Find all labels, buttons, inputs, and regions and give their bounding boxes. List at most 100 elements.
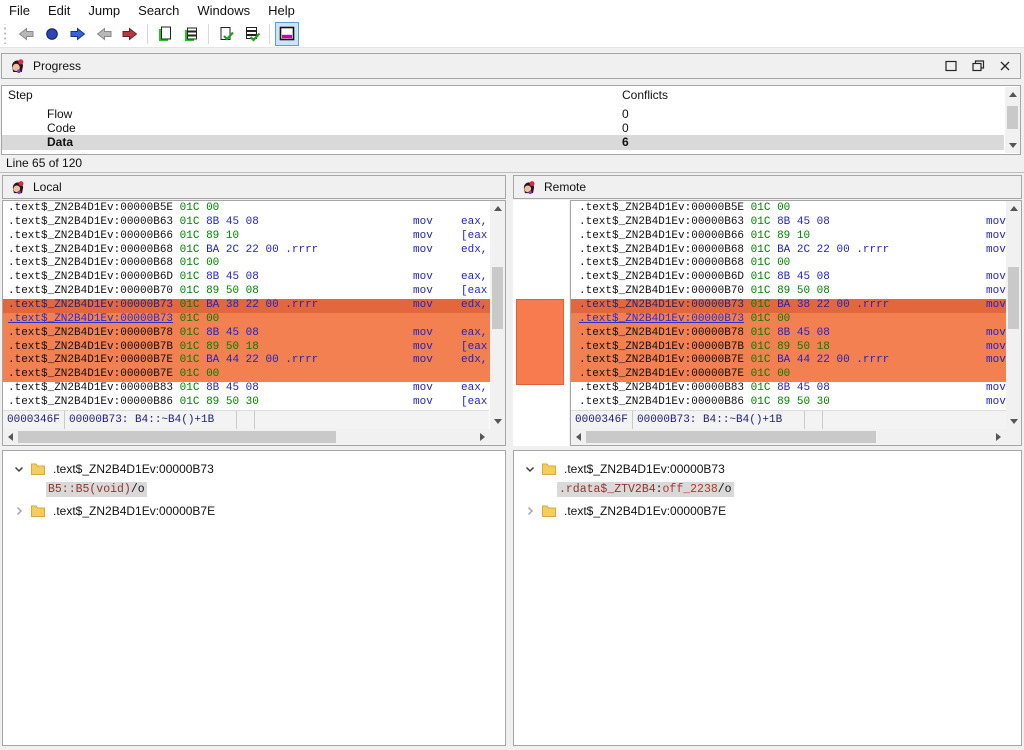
asm-line[interactable]: .text$_ZN2B4D1Ev:00000B7E 01C 00 [571, 368, 1006, 382]
status-address-cell: 0000346F [571, 411, 633, 429]
asm-line[interactable]: .text$_ZN2B4D1Ev:00000B63 01C 8B 45 08mo… [571, 216, 1006, 230]
asm-line[interactable]: .text$_ZN2B4D1Ev:00000B78 01C 8B 45 08mo… [3, 327, 490, 341]
local-horizontal-scrollbar[interactable] [3, 429, 490, 445]
scroll-left-icon[interactable] [3, 429, 18, 445]
asm-mnemonic: mov [986, 327, 1006, 341]
scroll-right-icon[interactable] [991, 429, 1006, 445]
chevron-right-icon[interactable] [11, 503, 27, 519]
asm-line[interactable]: .text$_ZN2B4D1Ev:00000B5E 01C 00 [3, 202, 490, 216]
progress-row-flow[interactable]: Flow0 [2, 107, 1004, 121]
menu-edit[interactable]: Edit [39, 1, 79, 20]
menu-file[interactable]: File [0, 1, 39, 20]
next-diff-arrow-button[interactable] [118, 22, 142, 46]
scrollbar-thumb[interactable] [586, 431, 876, 443]
asm-line[interactable]: .text$_ZN2B4D1Ev:00000B83 01C 8B 45 08mo… [3, 382, 490, 396]
scroll-right-icon[interactable] [475, 429, 490, 445]
asm-bytes: 00 [777, 368, 790, 380]
asm-line[interactable]: .text$_ZN2B4D1Ev:00000B7E 01C 00 [3, 368, 490, 382]
scrollbar-thumb[interactable] [1008, 267, 1019, 329]
asm-line[interactable]: .text$_ZN2B4D1Ev:00000B73 01C BA 38 22 0… [571, 299, 1006, 313]
asm-line[interactable]: .text$_ZN2B4D1Ev:00000B86 01C 89 50 30mo… [3, 396, 490, 410]
asm-line[interactable]: .text$_ZN2B4D1Ev:00000B68 01C 00 [3, 257, 490, 271]
asm-line[interactable]: .text$_ZN2B4D1Ev:00000B7E 01C BA 44 22 0… [571, 354, 1006, 368]
asm-stack-depth: 01C [751, 327, 771, 339]
asm-line[interactable]: .text$_ZN2B4D1Ev:00000B70 01C 89 50 08mo… [3, 285, 490, 299]
maximize-button[interactable] [942, 58, 960, 74]
menu-windows[interactable]: Windows [188, 1, 259, 20]
asm-mnemonic: mov [986, 396, 1006, 410]
tree-child-item[interactable]: B5::B5(void)/o [3, 479, 505, 500]
asm-line[interactable]: .text$_ZN2B4D1Ev:00000B73 01C 00 [3, 313, 490, 327]
menu-jump[interactable]: Jump [79, 1, 129, 20]
toolbar-drag-handle[interactable] [2, 24, 9, 44]
prev-diff-arrow-button[interactable] [92, 22, 116, 46]
asm-line[interactable]: .text$_ZN2B4D1Ev:00000B66 01C 89 10mov[e… [571, 230, 1006, 244]
asm-line[interactable]: .text$_ZN2B4D1Ev:00000B7E 01C BA 44 22 0… [3, 354, 490, 368]
remote-horizontal-scrollbar[interactable] [571, 429, 1006, 445]
asm-line[interactable]: .text$_ZN2B4D1Ev:00000B70 01C 89 50 08mo… [571, 285, 1006, 299]
asm-address: .text$_ZN2B4D1Ev:00000B68 [8, 257, 173, 269]
asm-bytes: 8B 45 08 [777, 382, 830, 394]
monitor-button[interactable] [275, 22, 299, 46]
asm-stack-depth: 01C [180, 230, 200, 242]
scrollbar-thumb[interactable] [18, 431, 336, 443]
scroll-up-icon[interactable] [490, 201, 505, 216]
asm-line[interactable]: .text$_ZN2B4D1Ev:00000B73 01C 00 [571, 313, 1006, 327]
scrollbar-thumb[interactable] [1007, 106, 1018, 129]
close-icon[interactable] [996, 58, 1014, 74]
asm-line[interactable]: .text$_ZN2B4D1Ev:00000B83 01C 8B 45 08mo… [571, 382, 1006, 396]
tree-item[interactable]: .text$_ZN2B4D1Ev:00000B73 [514, 458, 1021, 479]
asm-line[interactable]: .text$_ZN2B4D1Ev:00000B6D 01C 8B 45 08mo… [571, 271, 1006, 285]
progress-conflicts-value: 0 [622, 107, 629, 121]
monitor-icon [278, 25, 296, 43]
column-header-conflicts: Conflicts [622, 88, 668, 102]
asm-bytes: 8B 45 08 [206, 327, 259, 339]
asm-line[interactable]: .text$_ZN2B4D1Ev:00000B7B 01C 89 50 18mo… [3, 341, 490, 355]
tree-item[interactable]: .text$_ZN2B4D1Ev:00000B7E [3, 500, 505, 521]
progress-row-data[interactable]: Data6 [2, 135, 1004, 150]
tree-item[interactable]: .text$_ZN2B4D1Ev:00000B7E [514, 500, 1021, 521]
scrollbar-thumb[interactable] [492, 267, 503, 329]
asm-line[interactable]: .text$_ZN2B4D1Ev:00000B68 01C BA 2C 22 0… [571, 244, 1006, 258]
conflict-marker-block[interactable] [516, 299, 564, 385]
asm-line[interactable]: .text$_ZN2B4D1Ev:00000B73 01C BA 38 22 0… [3, 299, 490, 313]
tree-child-item[interactable]: .rdata$_ZTV2B4:off_2238/o [514, 479, 1021, 500]
local-vertical-scrollbar[interactable] [490, 201, 505, 429]
progress-row-code[interactable]: Code0 [2, 121, 1004, 135]
asm-bytes: 00 [777, 257, 790, 269]
scroll-left-icon[interactable] [571, 429, 586, 445]
scroll-down-icon[interactable] [1005, 138, 1020, 153]
asm-line[interactable]: .text$_ZN2B4D1Ev:00000B5E 01C 00 [571, 202, 1006, 216]
asm-line[interactable]: .text$_ZN2B4D1Ev:00000B78 01C 8B 45 08mo… [571, 327, 1006, 341]
stop-circle-button[interactable] [40, 22, 64, 46]
forward-arrow-button[interactable] [66, 22, 90, 46]
apply-segments-button[interactable] [240, 22, 264, 46]
asm-line[interactable]: .text$_ZN2B4D1Ev:00000B68 01C 00 [571, 257, 1006, 271]
menu-help[interactable]: Help [259, 1, 304, 20]
status-empty-cell [805, 411, 823, 429]
asm-line[interactable]: .text$_ZN2B4D1Ev:00000B68 01C BA 2C 22 0… [3, 244, 490, 258]
apply-document-button[interactable] [214, 22, 238, 46]
scroll-down-icon[interactable] [490, 414, 505, 429]
back-arrow-button[interactable] [14, 22, 38, 46]
chevron-right-icon[interactable] [522, 503, 538, 519]
chevron-down-icon[interactable] [11, 461, 27, 477]
asm-line[interactable]: .text$_ZN2B4D1Ev:00000B86 01C 89 50 30mo… [571, 396, 1006, 410]
scroll-up-icon[interactable] [1005, 87, 1020, 102]
restore-button[interactable] [969, 58, 987, 74]
menu-search[interactable]: Search [129, 1, 188, 20]
asm-line[interactable]: .text$_ZN2B4D1Ev:00000B66 01C 89 10mov[e… [3, 230, 490, 244]
remote-vertical-scrollbar[interactable] [1006, 201, 1021, 429]
tree-item[interactable]: .text$_ZN2B4D1Ev:00000B73 [3, 458, 505, 479]
asm-stack-depth: 01C [180, 396, 200, 408]
scroll-down-icon[interactable] [1006, 414, 1021, 429]
scroll-up-icon[interactable] [1006, 201, 1021, 216]
asm-line[interactable]: .text$_ZN2B4D1Ev:00000B6D 01C 8B 45 08mo… [3, 271, 490, 285]
chevron-down-icon[interactable] [522, 461, 538, 477]
asm-line[interactable]: .text$_ZN2B4D1Ev:00000B63 01C 8B 45 08mo… [3, 216, 490, 230]
progress-scrollbar[interactable] [1005, 87, 1020, 153]
asm-line[interactable]: .text$_ZN2B4D1Ev:00000B7B 01C 89 50 18mo… [571, 341, 1006, 355]
export-document-button[interactable] [153, 22, 177, 46]
export-segments-button[interactable] [179, 22, 203, 46]
asm-stack-depth: 01C [751, 368, 771, 380]
